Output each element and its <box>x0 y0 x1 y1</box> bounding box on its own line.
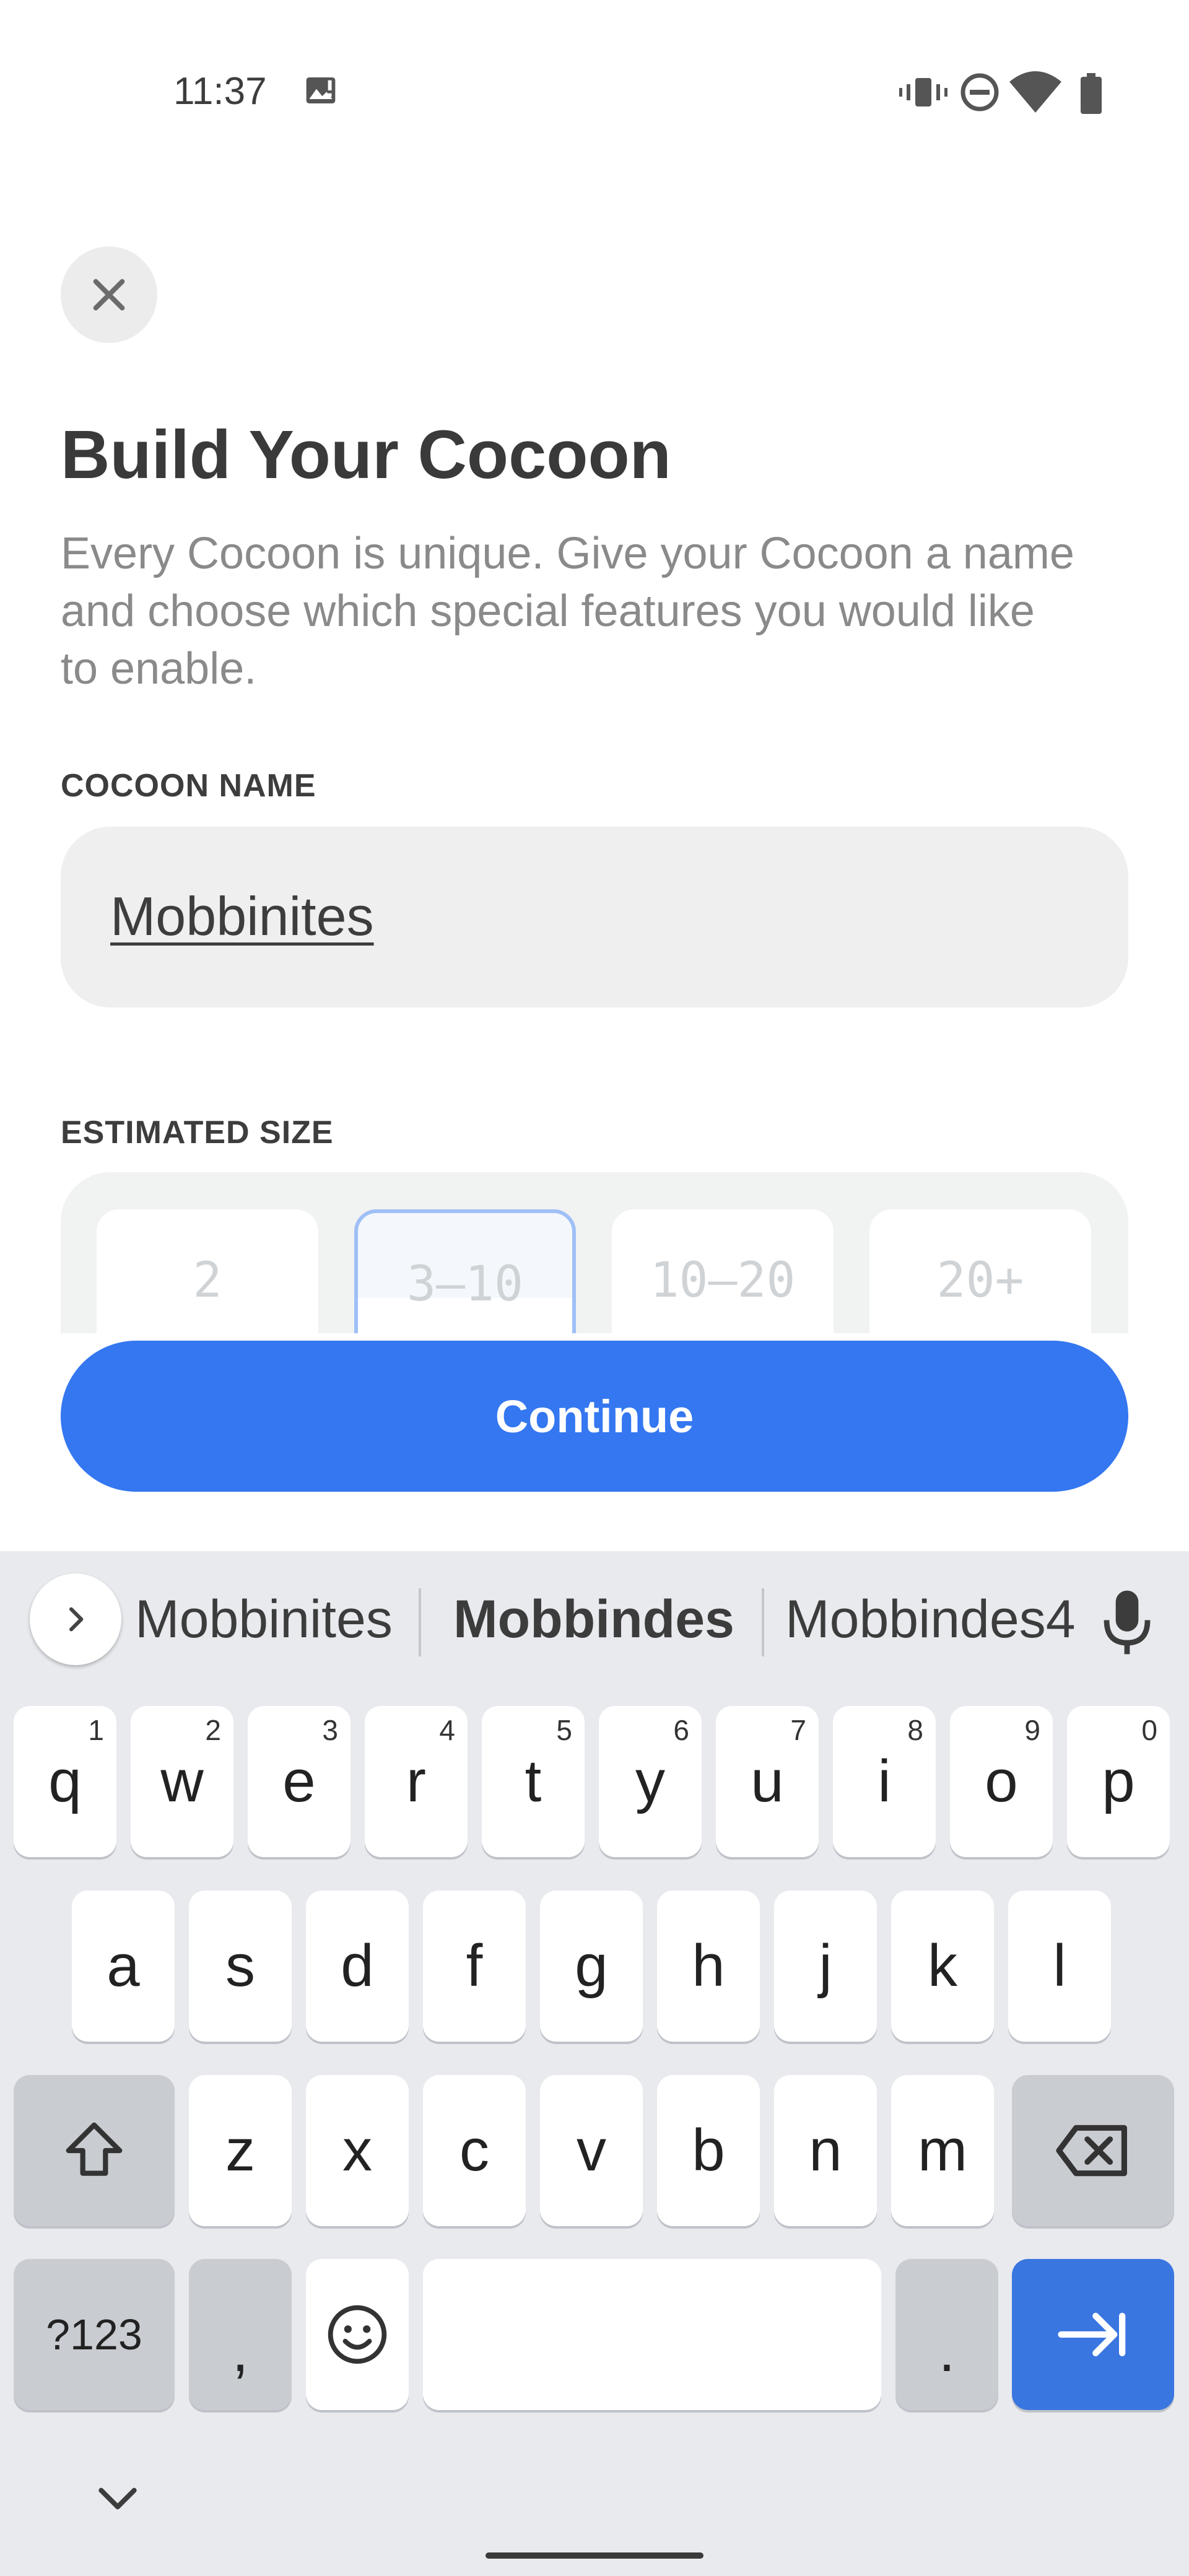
emoji-icon <box>328 2305 387 2364</box>
close-icon <box>93 279 125 311</box>
cocoon-name-label: COCOON NAME <box>61 768 316 804</box>
key-u[interactable]: u7 <box>716 1706 819 1857</box>
key-c[interactable]: c <box>423 2075 526 2226</box>
suggestion-bar: Mobbinites Mobbindes Mobbindes4 <box>0 1551 1189 1687</box>
comma-key[interactable]: , <box>189 2259 292 2410</box>
space-bar[interactable] <box>423 2259 881 2410</box>
wifi-icon <box>1009 71 1061 113</box>
size-option-2[interactable]: 2 <box>97 1209 318 1333</box>
key-f[interactable]: f <box>423 1891 526 2042</box>
estimated-size-label: ESTIMATED SIZE <box>61 1115 334 1151</box>
keyboard: Mobbinites Mobbindes Mobbindes4 q1 w2 e3… <box>0 1551 1189 2576</box>
key-q[interactable]: q1 <box>14 1706 116 1857</box>
hide-keyboard-icon[interactable] <box>93 2480 142 2517</box>
backspace-icon <box>1056 2125 1127 2177</box>
key-l[interactable]: l <box>1008 1891 1111 2042</box>
size-option-20-plus[interactable]: 20+ <box>869 1209 1091 1333</box>
suggestion-1[interactable]: Mobbinites <box>135 1588 393 1650</box>
suggestion-divider <box>762 1588 764 1656</box>
key-j[interactable]: j <box>774 1891 877 2042</box>
key-m[interactable]: m <box>891 2075 994 2226</box>
key-h[interactable]: h <box>657 1891 760 2042</box>
suggestion-3[interactable]: Mobbindes4 <box>785 1588 1076 1650</box>
key-i[interactable]: i8 <box>833 1706 936 1857</box>
size-selector: 2 3–10 10–20 20+ <box>61 1172 1128 1333</box>
key-r[interactable]: r4 <box>365 1706 468 1857</box>
backspace-key[interactable] <box>1012 2075 1174 2226</box>
symbols-key[interactable]: ?123 <box>14 2259 175 2410</box>
key-x[interactable]: x <box>306 2075 409 2226</box>
key-a[interactable]: a <box>72 1891 175 2042</box>
key-v[interactable]: v <box>540 2075 643 2226</box>
size-option-3-10[interactable]: 3–10 <box>354 1209 576 1333</box>
key-d[interactable]: d <box>306 1891 409 2042</box>
battery-icon <box>1081 73 1102 114</box>
shift-icon <box>66 2122 123 2176</box>
key-p[interactable]: p0 <box>1067 1706 1170 1857</box>
page-title: Build Your Cocoon <box>61 417 671 493</box>
cocoon-name-value[interactable]: Mobbinites <box>110 882 374 951</box>
page-subtitle: Every Cocoon is unique. Give your Cocoon… <box>61 529 1074 694</box>
status-time: 11:37 <box>173 70 267 113</box>
key-y[interactable]: y6 <box>599 1706 702 1857</box>
key-o[interactable]: o9 <box>950 1706 1053 1857</box>
key-b[interactable]: b <box>657 2075 760 2226</box>
key-k[interactable]: k <box>891 1891 994 2042</box>
size-option-10-20[interactable]: 10–20 <box>612 1209 834 1333</box>
suggestion-divider <box>419 1588 421 1656</box>
close-button[interactable] <box>61 246 157 343</box>
system-status-icons <box>899 71 1102 114</box>
emoji-key[interactable] <box>306 2259 409 2410</box>
next-key[interactable] <box>1012 2259 1174 2410</box>
home-indicator[interactable] <box>486 2552 703 2559</box>
suggestion-2[interactable]: Mobbindes <box>453 1588 734 1650</box>
microphone-icon[interactable] <box>1099 1588 1155 1656</box>
key-z[interactable]: z <box>189 2075 292 2226</box>
continue-button[interactable]: Continue <box>61 1341 1128 1492</box>
tab-next-icon <box>1058 2312 1126 2357</box>
shift-key[interactable] <box>14 2075 175 2226</box>
key-e[interactable]: e3 <box>248 1706 351 1857</box>
key-w[interactable]: w2 <box>131 1706 233 1857</box>
period-key[interactable]: . <box>895 2259 998 2410</box>
image-notification-icon <box>306 77 336 103</box>
do-not-disturb-icon <box>960 73 999 111</box>
chevron-right-icon <box>69 1607 84 1632</box>
key-s[interactable]: s <box>189 1891 292 2042</box>
vibrate-icon <box>899 78 947 107</box>
key-n[interactable]: n <box>774 2075 877 2226</box>
key-t[interactable]: t5 <box>482 1706 585 1857</box>
key-g[interactable]: g <box>540 1891 643 2042</box>
expand-toolbar-button[interactable] <box>30 1573 121 1665</box>
